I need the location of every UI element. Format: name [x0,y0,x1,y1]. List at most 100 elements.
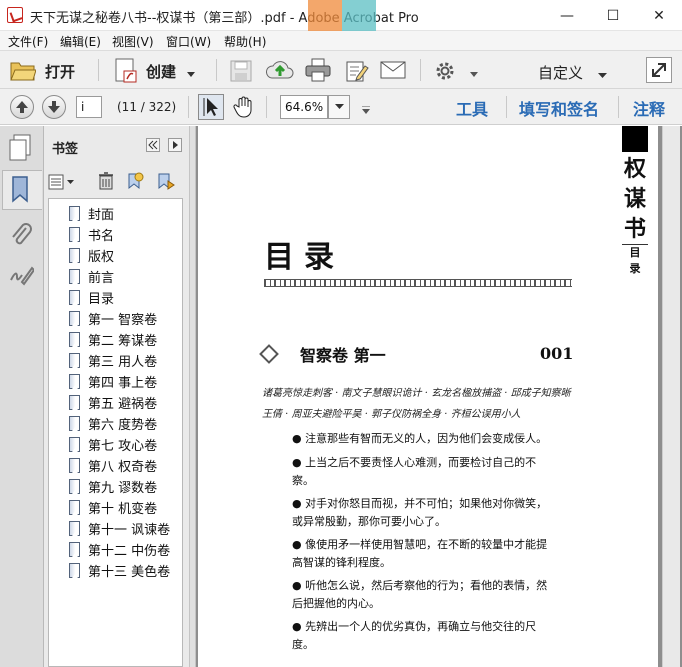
bookmark-item[interactable]: 目录 [69,287,114,307]
pdf-page: 目录 权 谋 书 目 录 智察卷 第一 001 诸葛亮惊走刺客 · 南文子慧眼识… [198,126,658,667]
bookmark-item[interactable]: 第十二 中伤卷 [69,539,170,559]
expand-icon[interactable] [646,57,672,86]
side-book-title: 权 谋 书 目 录 [622,126,648,277]
double-chevron-left-icon [148,140,158,150]
email-icon[interactable] [380,61,406,82]
bookmark-item[interactable]: 第五 避祸卷 [69,392,157,412]
chevron-down-icon[interactable] [470,67,478,81]
menu-view[interactable]: 视图(V) [112,33,154,50]
bookmark-item[interactable]: 书名 [69,224,114,244]
bookmark-item[interactable]: 版权 [69,245,114,265]
bookmark-item[interactable]: 第七 攻心卷 [69,434,157,454]
comment-pane-link[interactable]: 注释 [633,96,665,120]
zoom-dropdown-button[interactable] [328,95,350,119]
create-button[interactable]: 创建 [146,61,176,82]
chevron-down-icon[interactable] [187,67,195,81]
vertical-scrollbar[interactable] [662,126,680,667]
bookmark-icon [69,499,80,515]
edit-document-icon[interactable] [345,59,369,86]
bookmark-item[interactable]: 第四 事上卷 [69,371,157,391]
bookmark-icon [69,373,80,389]
main-toolbar: 打开 创建 自定义 [0,51,682,89]
next-page-button[interactable] [42,95,66,119]
document-viewer: 目录 权 谋 书 目 录 智察卷 第一 001 诸葛亮惊走刺客 · 南文子慧眼识… [196,126,682,667]
bookmark-item[interactable]: 第九 谬数卷 [69,476,157,496]
bookmark-icon [69,562,80,578]
open-button[interactable]: 打开 [45,61,75,82]
page-thumbnails-icon[interactable] [8,134,34,165]
bookmark-item[interactable]: 第十 机变卷 [69,497,157,517]
more-tools-icon[interactable] [361,104,371,118]
bookmark-icon [69,394,80,410]
toc-bullet: ● 像使用矛一样使用智慧吧，在不断的较量中才能提高智谋的锋利程度。 [292,538,548,569]
bookmark-icon [69,541,80,557]
bookmark-label: 目录 [88,291,115,307]
create-pdf-icon[interactable] [114,58,138,87]
chapter-title: 智察卷 第一 [300,346,386,365]
bookmark-item[interactable]: 第八 权奇卷 [69,455,157,475]
print-icon[interactable] [305,58,331,85]
bookmark-icon [69,478,80,494]
collapse-panel-button[interactable] [146,138,160,152]
tools-pane-link[interactable]: 工具 [456,96,488,120]
side-sub-char: 录 [629,262,641,275]
trash-icon[interactable] [98,172,114,193]
bookmark-label: 第十二 中伤卷 [88,543,171,559]
minimize-button[interactable]: — [544,0,590,31]
menu-help[interactable]: 帮助(H) [224,33,266,50]
bookmark-options-icon[interactable] [48,174,76,193]
fill-sign-pane-link[interactable]: 填写和签名 [519,96,599,120]
bookmark-item[interactable]: 第二 筹谋卷 [69,329,157,349]
bookmark-label: 第十 机变卷 [88,501,158,517]
menu-window[interactable]: 窗口(W) [166,33,211,50]
bookmark-item[interactable]: 第一 智察卷 [69,308,157,328]
paperclip-icon[interactable] [8,220,34,251]
bookmark-icon [69,352,80,368]
side-sub-char: 目 [629,246,641,259]
bookmark-label: 第五 避祸卷 [88,396,158,412]
menu-edit[interactable]: 编辑(E) [60,33,101,50]
arrow-up-icon [16,101,28,113]
bookmark-item[interactable]: 封面 [69,203,114,223]
side-title-char: 权 [623,156,646,182]
customize-dropdown[interactable]: 自定义 [538,62,583,83]
maximize-button[interactable]: ☐ [590,0,636,31]
bookmark-item[interactable]: 第十三 美色卷 [69,560,170,580]
cloud-upload-icon[interactable] [266,58,294,85]
page-heading: 目录 [264,240,344,275]
bookmarks-panel-title: 书签 [52,142,79,157]
bookmark-item[interactable]: 第六 度势卷 [69,413,157,433]
menu-bar: 文件(F) 编辑(E) 视图(V) 窗口(W) 帮助(H) [0,31,682,51]
bookmark-icon [69,289,80,305]
bookmarks-tab[interactable] [2,170,42,210]
expand-panel-button[interactable] [168,138,182,152]
save-icon[interactable] [230,60,252,85]
chapter-subtitles: 诸葛亮惊走刺客 · 南文子慧眼识诡计 · 玄龙名楹放捕盗 · 邱成子知察晰 [262,388,571,399]
gear-icon[interactable] [435,61,455,84]
bookmark-item[interactable]: 第十一 讽谏卷 [69,518,170,538]
bookmark-from-selection-icon[interactable] [156,171,178,194]
new-bookmark-icon[interactable] [126,171,144,194]
hand-tool-icon[interactable] [232,95,256,122]
bookmark-label: 书名 [88,228,115,244]
bookmark-item[interactable]: 第三 用人卷 [69,350,157,370]
bookmark-icon [69,310,80,326]
signature-icon[interactable] [8,260,36,291]
bookmark-icon [69,520,80,536]
toc-bullet: ● 注意那些有智而无义的人，因为他们会变成佞人。 [292,432,548,445]
previous-page-button[interactable] [10,95,34,119]
chevron-down-icon[interactable] [598,68,607,82]
zoom-input[interactable] [280,95,328,119]
bookmark-icon [69,331,80,347]
page-number-input[interactable] [76,96,102,118]
bookmark-label: 第七 攻心卷 [88,438,158,454]
menu-file[interactable]: 文件(F) [8,33,48,50]
close-button[interactable]: ✕ [636,0,682,31]
bookmark-label: 第二 筹谋卷 [88,333,158,349]
panel-splitter[interactable] [189,126,196,667]
bookmark-icon [69,247,80,263]
select-tool-button[interactable] [198,94,224,120]
open-folder-icon[interactable] [10,59,37,84]
bookmark-item[interactable]: 前言 [69,266,114,286]
bookmark-label: 第六 度势卷 [88,417,158,433]
